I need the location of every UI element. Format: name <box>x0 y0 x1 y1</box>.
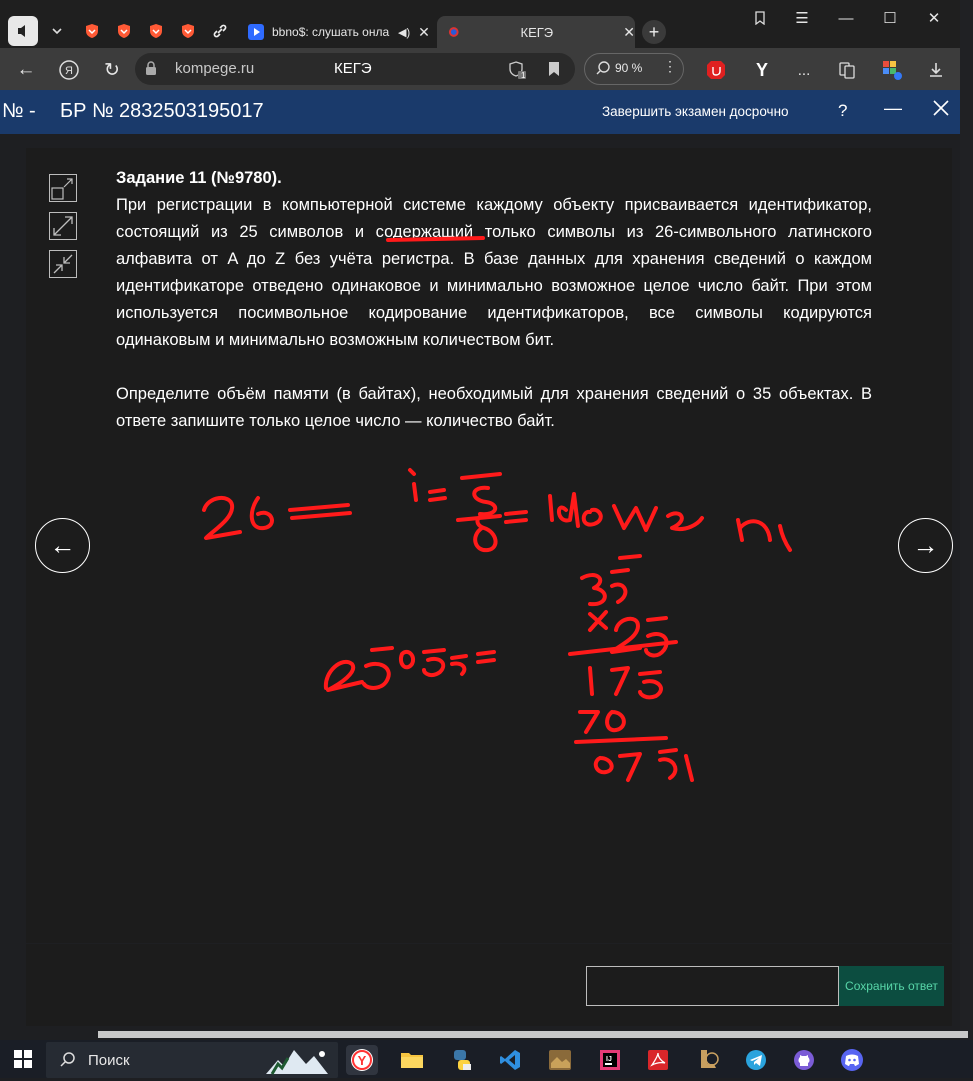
pen-annotations <box>202 236 792 782</box>
ink-eq-3 <box>476 650 496 664</box>
ink-times <box>588 610 608 632</box>
ink-5-over-8 <box>456 472 502 553</box>
yandex-browser-app[interactable]: Y <box>346 1045 378 1075</box>
ink-035 <box>399 648 468 678</box>
ink-875 <box>593 748 694 782</box>
taskbar-search[interactable]: Поиск <box>46 1042 338 1078</box>
prev-task-button[interactable]: ← <box>35 518 90 573</box>
ink-eq-2 <box>504 510 528 524</box>
ink-26 <box>202 496 274 540</box>
search-label: Поиск <box>88 1052 130 1069</box>
svg-text:IJ: IJ <box>606 1056 612 1063</box>
ink-underline <box>386 236 485 242</box>
vscode-icon[interactable] <box>494 1045 526 1075</box>
scrollbar-thumb[interactable] <box>98 1031 968 1038</box>
telegram-icon[interactable] <box>740 1045 772 1075</box>
ink-35 <box>580 568 630 607</box>
ink-i <box>408 468 418 502</box>
ink-175 <box>588 666 663 700</box>
next-task-button[interactable]: → <box>898 518 953 573</box>
file-explorer-icon[interactable] <box>396 1045 428 1075</box>
answer-input[interactable] <box>586 966 839 1006</box>
pdf-reader-icon[interactable] <box>642 1045 674 1075</box>
ink-line-2 <box>574 736 668 744</box>
svg-text:Y: Y <box>358 1053 367 1068</box>
discord-icon[interactable] <box>836 1045 868 1075</box>
ink-70 <box>578 710 626 734</box>
ink-eq-1 <box>428 488 447 502</box>
game-app-icon[interactable] <box>544 1045 576 1075</box>
python-icon[interactable] <box>446 1045 478 1075</box>
github-icon[interactable] <box>788 1045 820 1075</box>
ink-ldown <box>548 492 792 552</box>
save-answer-button[interactable]: Сохранить ответ <box>839 966 944 1006</box>
search-icon <box>60 1052 76 1073</box>
ink-dash-2 <box>618 554 642 560</box>
ink-2-5 <box>323 646 394 692</box>
search-highlight-icon <box>262 1044 334 1081</box>
league-icon[interactable] <box>692 1045 724 1075</box>
ink-dash <box>288 503 352 520</box>
intellij-icon[interactable]: IJ <box>594 1045 626 1075</box>
windows-start-icon[interactable] <box>14 1050 32 1073</box>
